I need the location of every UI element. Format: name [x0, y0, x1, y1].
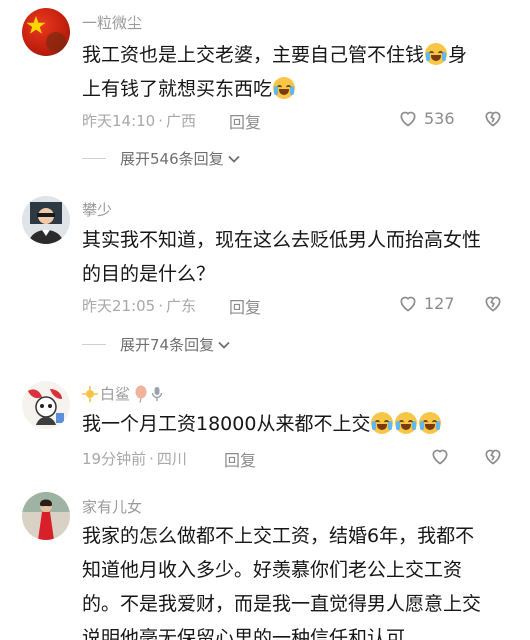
like-count: 127 [424, 293, 455, 313]
comment-text-line: 说明他毫无保留心里的一种信任和认可 [82, 627, 406, 640]
laughing-crying-emoji-icon [273, 77, 296, 99]
comment-meta: 昨天21:05 · 广东 [82, 295, 196, 316]
avatar[interactable] [22, 196, 70, 244]
comment-location: 四川 [156, 450, 187, 468]
microphone-icon [151, 386, 163, 401]
laughing-crying-emoji-icon [395, 412, 418, 434]
broken-heart-icon [485, 111, 501, 127]
meta-separator: · [158, 112, 164, 130]
expand-replies-button[interactable]: 展开74条回复 [82, 334, 231, 355]
comment-username: 白鲨 [100, 385, 131, 403]
meta-separator: · [149, 450, 154, 468]
comment-location: 广东 [166, 297, 197, 315]
comment-meta: 19分钟前 · 四川 [82, 448, 187, 469]
expand-replies-label: 展开546条回复 [120, 150, 224, 168]
dislike-button[interactable] [483, 108, 503, 132]
broken-heart-icon [485, 449, 501, 465]
reply-button[interactable]: 回复 [229, 294, 261, 318]
expand-replies-button[interactable]: 展开546条回复 [82, 148, 241, 169]
divider [82, 344, 106, 345]
heart-outline-icon [400, 111, 416, 127]
comment-username[interactable]: 攀少 [82, 199, 112, 220]
laughing-crying-emoji-icon [425, 43, 448, 65]
comment-text-line: 的。不是我爱财，而是我一直觉得男人愿意上交 [82, 593, 482, 615]
chevron-down-icon [228, 155, 240, 163]
like-button[interactable]: 536 [398, 108, 455, 128]
comment-username[interactable]: 家有儿女 [82, 496, 142, 517]
comment-text: 我一个月工资18000从来都不上交 [82, 407, 512, 441]
avatar[interactable] [22, 492, 70, 540]
laughing-crying-emoji-icon [419, 412, 442, 434]
like-button[interactable]: 127 [398, 293, 455, 313]
comment-username[interactable]: 一粒微尘 [82, 12, 142, 33]
comment-text-line: 我工资也是上交老婆，主要自己管不住钱 [82, 44, 425, 66]
comment-location: 广西 [166, 112, 197, 130]
comment-text-line: 其实我不知道，现在这么去贬低男人而抬高女性 [82, 229, 482, 251]
balloon-icon [135, 385, 147, 403]
comment-text-line: 我家的怎么做都不上交工资，结婚6年，我都不 [82, 525, 475, 547]
heart-outline-icon [400, 296, 416, 312]
dislike-button[interactable] [483, 293, 503, 317]
comment-text-line: 身 [448, 44, 468, 66]
dislike-button[interactable] [483, 446, 503, 470]
laughing-crying-emoji-icon [371, 412, 394, 434]
comment-username-row[interactable]: 白鲨 [82, 383, 164, 404]
broken-heart-icon [485, 296, 501, 312]
comment-text: 我工资也是上交老婆，主要自己管不住钱 身 上有钱了就想买东西吃 [82, 38, 512, 106]
comment-text-line: 的目的是什么？ [82, 263, 216, 285]
comment-time: 19分钟前 [82, 450, 147, 468]
heart-outline-icon [432, 449, 448, 465]
divider [82, 158, 106, 159]
comment-text-line: 上有钱了就想买东西吃 [82, 78, 273, 100]
comment-text-line: 知道他月收入多少。好羡慕你们老公上交工资 [82, 559, 463, 581]
sparkle-icon [82, 385, 98, 402]
avatar-person-icon [22, 492, 70, 540]
comment-text: 其实我不知道，现在这么去贬低男人而抬高女性 的目的是什么？ [82, 223, 512, 291]
comment-text: 我家的怎么做都不上交工资，结婚6年，我都不 知道他月收入多少。好羡慕你们老公上交… [82, 519, 512, 640]
comment-text-line: 我一个月工资18000从来都不上交 [82, 413, 371, 435]
reply-button[interactable]: 回复 [224, 447, 256, 471]
avatar-person-icon [22, 196, 70, 244]
reply-button[interactable]: 回复 [229, 109, 261, 133]
flag-star-icon [26, 16, 66, 52]
avatar[interactable] [22, 8, 70, 56]
chevron-down-icon [218, 341, 230, 349]
like-button[interactable] [430, 446, 450, 466]
comment-time: 昨天14:10 [82, 112, 156, 130]
avatar-illustration-icon [22, 381, 70, 429]
meta-separator: · [158, 297, 164, 315]
comment-meta: 昨天14:10 · 广西 [82, 110, 196, 131]
expand-replies-label: 展开74条回复 [120, 336, 215, 354]
avatar[interactable] [22, 381, 70, 429]
like-count: 536 [424, 108, 455, 128]
comment-time: 昨天21:05 [82, 297, 156, 315]
